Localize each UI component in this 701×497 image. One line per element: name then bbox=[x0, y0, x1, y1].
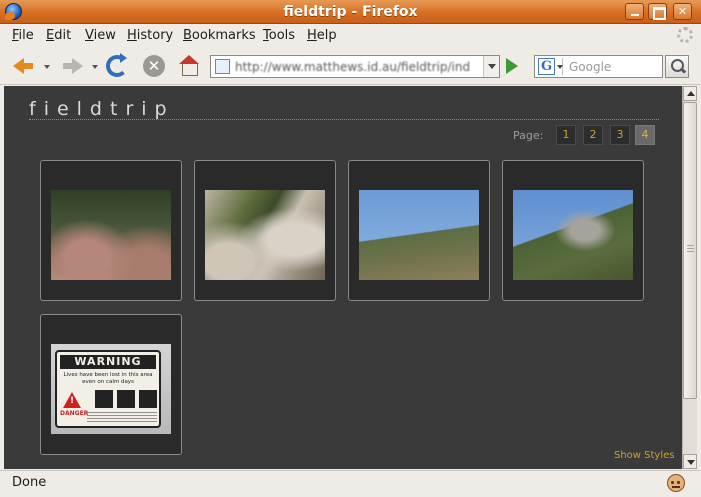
warning-sign-line: Lives have been lost in this area bbox=[63, 372, 153, 378]
menu-view[interactable]: View bbox=[85, 28, 116, 43]
page-viewport: fieldtrip Page: 1 2 3 4 WARNING Lives ha… bbox=[4, 86, 682, 469]
thumbnail-photo[interactable] bbox=[205, 190, 325, 280]
page-link-4-current[interactable]: 4 bbox=[635, 125, 655, 145]
scroll-down-arrow-icon[interactable] bbox=[683, 454, 697, 469]
warning-sign: WARNING Lives have been lost in this are… bbox=[55, 350, 161, 428]
url-text[interactable]: http://www.matthews.id.au/fieldtrip/ind bbox=[235, 60, 475, 74]
warning-sign-danger: DANGER bbox=[60, 410, 89, 417]
search-box[interactable]: G Google bbox=[534, 55, 663, 78]
page-link-2[interactable]: 2 bbox=[583, 125, 603, 145]
search-engine-selector[interactable]: G bbox=[537, 58, 563, 75]
menu-help[interactable]: Help bbox=[307, 28, 337, 43]
forward-history-dropdown-icon[interactable] bbox=[92, 65, 98, 69]
scrollbar-thumb[interactable] bbox=[683, 102, 697, 399]
page-link-1[interactable]: 1 bbox=[556, 125, 576, 145]
menu-edit[interactable]: Edit bbox=[46, 28, 71, 43]
thumbnail-5[interactable]: WARNING Lives have been lost in this are… bbox=[40, 314, 182, 455]
home-icon[interactable] bbox=[178, 55, 200, 77]
thumbnail-photo[interactable] bbox=[359, 190, 479, 280]
page-favicon-icon bbox=[215, 59, 230, 74]
close-button[interactable]: ✕ bbox=[673, 3, 692, 20]
warning-sign-fine-print bbox=[87, 412, 157, 424]
stop-icon[interactable]: ✕ bbox=[143, 55, 165, 77]
activity-throbber-icon bbox=[677, 27, 693, 43]
menu-file[interactable]: File bbox=[12, 28, 34, 43]
thumbnail-photo[interactable]: WARNING Lives have been lost in this are… bbox=[51, 344, 171, 434]
scroll-up-arrow-icon[interactable] bbox=[683, 86, 697, 101]
minimize-button[interactable] bbox=[625, 3, 644, 20]
search-placeholder[interactable]: Google bbox=[569, 60, 611, 74]
menu-bar: File Edit View History Bookmarks Tools H… bbox=[0, 25, 701, 47]
thumbnail-4[interactable] bbox=[502, 160, 644, 301]
window-title: fieldtrip - Firefox bbox=[283, 4, 418, 20]
forward-arrow-icon[interactable] bbox=[62, 55, 84, 77]
fall-pictogram-icon bbox=[139, 390, 157, 408]
warning-sign-heading: WARNING bbox=[60, 355, 156, 369]
status-text: Done bbox=[12, 475, 47, 490]
back-arrow-icon[interactable] bbox=[12, 55, 34, 77]
page-link-3[interactable]: 3 bbox=[610, 125, 630, 145]
site-title[interactable]: fieldtrip bbox=[29, 98, 175, 120]
title-divider bbox=[29, 119, 659, 120]
maximize-button[interactable] bbox=[648, 3, 667, 20]
pager-label: Page: bbox=[513, 129, 544, 142]
show-styles-link[interactable]: Show Styles bbox=[614, 450, 675, 461]
url-history-dropdown-icon[interactable] bbox=[483, 56, 499, 77]
status-bar: Done bbox=[0, 470, 701, 497]
thumbnail-photo[interactable] bbox=[513, 190, 633, 280]
go-arrow-icon[interactable] bbox=[506, 58, 518, 74]
menu-history[interactable]: History bbox=[127, 28, 173, 43]
status-addon-face-icon[interactable] bbox=[667, 474, 685, 492]
google-logo-icon: G bbox=[538, 58, 555, 75]
thumbnail-1[interactable] bbox=[40, 160, 182, 301]
window-titlebar: fieldtrip - Firefox ✕ bbox=[0, 0, 701, 24]
url-bar[interactable]: http://www.matthews.id.au/fieldtrip/ind bbox=[210, 55, 500, 78]
danger-triangle-icon bbox=[63, 392, 81, 408]
thumbnail-photo[interactable] bbox=[51, 190, 171, 280]
menu-tools[interactable]: Tools bbox=[263, 28, 295, 43]
swimmer-pictogram-icon bbox=[95, 390, 113, 408]
wave-pictogram-icon bbox=[117, 390, 135, 408]
search-magnifier-icon[interactable] bbox=[665, 55, 689, 78]
thumbnail-2[interactable] bbox=[194, 160, 336, 301]
back-history-dropdown-icon[interactable] bbox=[44, 65, 50, 69]
menu-bookmarks[interactable]: Bookmarks bbox=[183, 28, 256, 43]
thumbnail-3[interactable] bbox=[348, 160, 490, 301]
warning-sign-line: even on calm days bbox=[82, 379, 134, 385]
reload-icon[interactable] bbox=[106, 53, 128, 77]
vertical-scrollbar[interactable] bbox=[682, 86, 697, 469]
